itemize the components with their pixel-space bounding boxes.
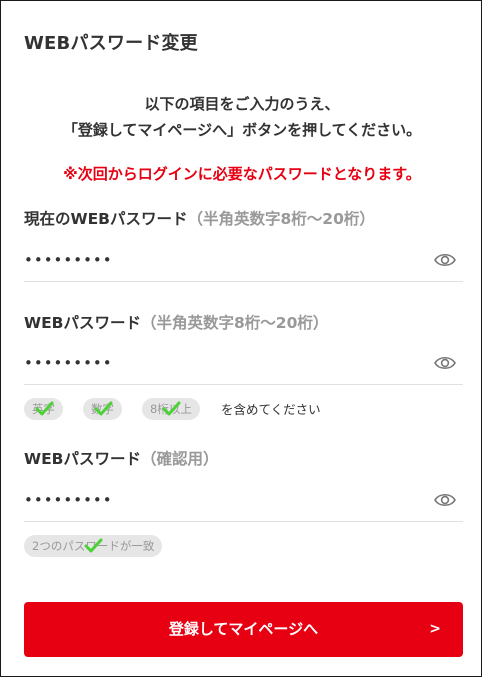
rule-chip-length-label: 8桁以上 [150, 402, 192, 416]
confirm-password-hint: （確認用） [141, 450, 219, 468]
intro-line-2: 「登録してマイページへ」ボタンを押してください。 [62, 121, 422, 139]
current-password-input[interactable] [24, 245, 404, 275]
intro-text: 以下の項目をご入力のうえ、 「登録してマイページへ」ボタンを押してください。 [1, 91, 482, 143]
register-mypage-button[interactable]: 登録してマイページへ > [24, 602, 463, 657]
rule-chip-numbers-label: 数字 [91, 402, 114, 416]
rule-chip-letters: 英字 [24, 398, 63, 420]
eye-icon[interactable] [433, 250, 457, 270]
current-password-row [24, 241, 463, 282]
password-change-panel: WEBパスワード変更 以下の項目をご入力のうえ、 「登録してマイページへ」ボタン… [0, 0, 482, 677]
current-password-hint: （半角英数字8桁〜20桁） [187, 210, 375, 228]
confirm-password-label: WEBパスワード（確認用） [24, 447, 219, 469]
rule-chip-match: 2つのパスワードが一致 [24, 535, 163, 557]
rule-chip-match-label: 2つのパスワードが一致 [32, 539, 155, 553]
register-mypage-button-label: 登録してマイページへ [168, 620, 319, 638]
confirm-password-label-text: WEBパスワード [24, 450, 141, 468]
new-password-label: WEBパスワード（半角英数字8桁〜20桁） [24, 311, 328, 333]
chevron-right-icon: > [429, 621, 441, 637]
eye-icon[interactable] [433, 353, 457, 373]
new-password-row [24, 344, 463, 385]
confirm-password-row [24, 481, 463, 522]
rule-chip-length: 8桁以上 [142, 398, 200, 420]
new-password-label-text: WEBパスワード [24, 314, 141, 332]
page-title: WEBパスワード変更 [24, 33, 198, 54]
rule-chip-numbers: 数字 [83, 398, 122, 420]
confirm-password-input[interactable] [24, 485, 404, 515]
current-password-label-text: 現在のWEBパスワード [24, 210, 188, 228]
new-password-input[interactable] [24, 348, 404, 378]
new-password-hint: （半角英数字8桁〜20桁） [141, 314, 329, 332]
warning-text: ※次回からログインに必要なパスワードとなります。 [63, 165, 421, 183]
current-password-label: 現在のWEBパスワード（半角英数字8桁〜20桁） [24, 207, 375, 229]
rule-note: を含めてください [221, 402, 321, 417]
intro-line-1: 以下の項目をご入力のうえ、 [144, 95, 340, 113]
eye-icon[interactable] [433, 490, 457, 510]
rule-chip-letters-label: 英字 [32, 402, 55, 416]
